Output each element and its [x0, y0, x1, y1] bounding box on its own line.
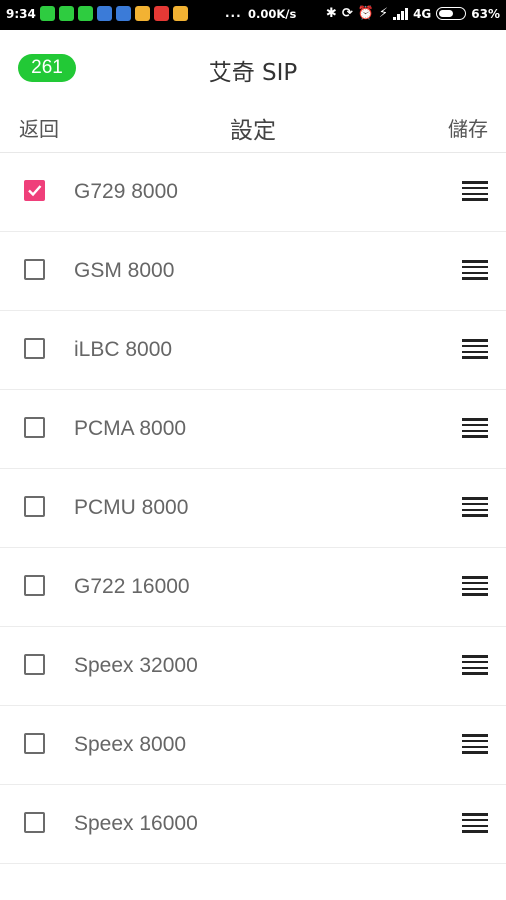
network-type: 4G: [413, 6, 432, 21]
codec-label: GSM 8000: [74, 259, 175, 282]
net-speed: 0.00K/s: [248, 7, 297, 21]
codec-checkbox[interactable]: [24, 654, 45, 675]
status-right: ✱ ⟳ ⏰ ⚡ 4G 63%: [326, 6, 500, 21]
drag-handle-icon[interactable]: [462, 260, 488, 280]
codec-checkbox[interactable]: [24, 338, 45, 359]
drag-handle-icon[interactable]: [462, 418, 488, 438]
drag-handle-icon[interactable]: [462, 734, 488, 754]
line-app-icon: [40, 6, 55, 21]
codec-checkbox[interactable]: [24, 575, 45, 596]
line-app-icon: [59, 6, 74, 21]
codec-checkbox[interactable]: [24, 733, 45, 754]
codec-row[interactable]: G722 16000: [0, 548, 506, 627]
codec-checkbox[interactable]: [24, 417, 45, 438]
codec-row[interactable]: Speex 32000: [0, 627, 506, 706]
codec-checkbox[interactable]: [24, 496, 45, 517]
youtube-icon: [154, 6, 169, 21]
status-time: 9:34: [6, 7, 36, 21]
alarm-icon: ⏰: [357, 6, 374, 21]
app-title: 艾奇 SIP: [208, 60, 298, 86]
codec-checkbox[interactable]: [24, 180, 45, 201]
app-notification-icon: [135, 6, 150, 21]
photo-notification-icon: [97, 6, 112, 21]
drag-handle-icon[interactable]: [462, 576, 488, 596]
codec-label: G722 16000: [74, 575, 190, 598]
sync-off-icon: ⟳: [341, 6, 353, 21]
codec-row[interactable]: iLBC 8000: [0, 311, 506, 390]
drag-handle-icon[interactable]: [462, 181, 488, 201]
codec-label: PCMA 8000: [74, 417, 187, 440]
codec-list: G729 8000 GSM 8000 iLBC 8000 PCMA 8000 PCMU …: [0, 152, 506, 864]
page-title: 設定: [230, 118, 276, 144]
codec-row[interactable]: PCMU 8000: [0, 469, 506, 548]
checkmark-icon: [28, 185, 42, 197]
codec-row[interactable]: Speex 8000: [0, 706, 506, 785]
drag-handle-icon[interactable]: [462, 813, 488, 833]
codec-label: Speex 32000: [74, 654, 198, 677]
drag-handle-icon[interactable]: [462, 497, 488, 517]
bluetooth-icon: ✱: [325, 6, 337, 21]
status-bar: 9:34 ... 0.00K/s ✱ ⟳ ⏰ ⚡ 4G 63%: [0, 0, 506, 30]
codec-label: PCMU 8000: [74, 496, 189, 519]
codec-label: Speex 16000: [74, 812, 198, 835]
codec-row[interactable]: G729 8000: [0, 153, 506, 232]
notification-icons: [40, 6, 188, 21]
battery-percent: 63%: [471, 6, 500, 21]
more-notifications-icon: ...: [225, 6, 242, 20]
codec-row[interactable]: GSM 8000: [0, 232, 506, 311]
codec-label: iLBC 8000: [74, 338, 173, 361]
save-button[interactable]: 儲存: [448, 113, 488, 142]
signal-icon: [393, 7, 409, 20]
battery-icon: [436, 7, 467, 20]
codec-checkbox[interactable]: [24, 259, 45, 280]
drag-handle-icon[interactable]: [462, 655, 488, 675]
codec-label: G729 8000: [74, 180, 178, 203]
codec-row[interactable]: PCMA 8000: [0, 390, 506, 469]
app-notification-icon: [78, 6, 93, 21]
no-wifi-icon: ⚡: [378, 6, 389, 21]
codec-row[interactable]: Speex 16000: [0, 785, 506, 864]
codec-checkbox[interactable]: [24, 812, 45, 833]
drag-handle-icon[interactable]: [462, 339, 488, 359]
app-notification-icon: [173, 6, 188, 21]
photo-notification-icon: [116, 6, 131, 21]
battery-fill: [439, 10, 454, 17]
codec-label: Speex 8000: [74, 733, 187, 756]
